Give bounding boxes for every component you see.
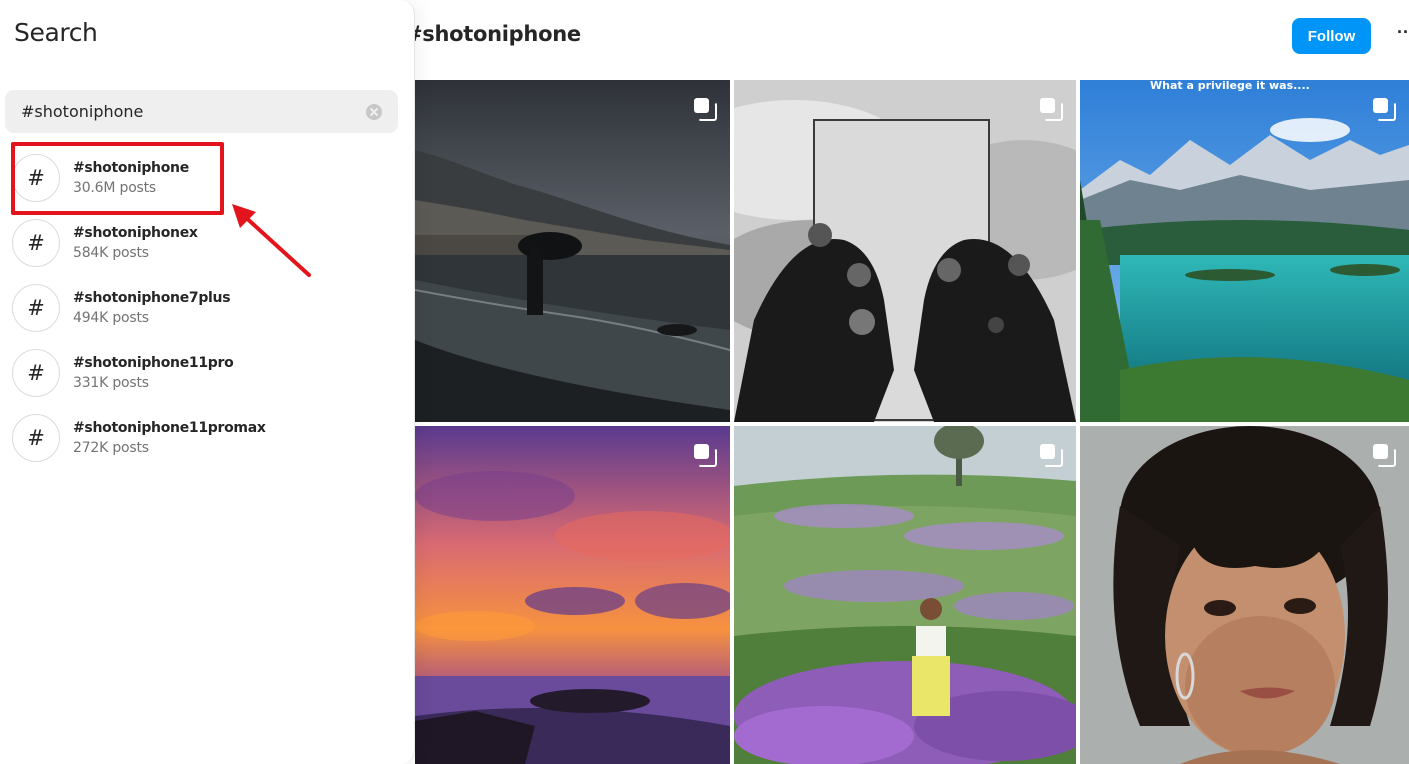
annotation-arrow-icon (232, 204, 311, 277)
carousel-icon (1040, 444, 1063, 467)
result-hashtag-name: #shotoniphonex (73, 225, 198, 241)
result-hashtag-name: #shotoniphone7plus (73, 290, 231, 306)
hashtag-icon: # (12, 349, 60, 397)
hashtag-icon: # (12, 219, 60, 267)
result-hashtag-name: #shotoniphone11promax (73, 420, 266, 436)
carousel-icon (1373, 98, 1396, 121)
post-tile[interactable] (415, 80, 730, 422)
annotation-highlight-box (11, 142, 224, 215)
search-panel: Search # #shotoniphone 30.6M posts # #sh… (0, 0, 415, 764)
search-panel-title: Search (14, 18, 98, 47)
hashtag-icon: # (12, 414, 60, 462)
result-post-count: 494K posts (73, 310, 149, 326)
carousel-icon (1040, 98, 1063, 121)
post-tile[interactable] (734, 80, 1076, 422)
result-hashtag-name: #shotoniphone11pro (73, 355, 234, 371)
search-box (5, 90, 398, 133)
post-tile[interactable]: What a privilege it was.... (1080, 80, 1409, 422)
post-image (734, 80, 1076, 422)
post-caption: What a privilege it was.... (1150, 80, 1310, 92)
search-result-item[interactable]: # #shotoniphone11promax 272K posts (12, 410, 402, 466)
search-input[interactable] (21, 90, 361, 133)
post-image (1080, 426, 1409, 764)
carousel-icon (1373, 444, 1396, 467)
page-title: #shotoniphone (405, 22, 581, 46)
more-options-icon[interactable]: ··· (1397, 22, 1409, 48)
carousel-icon (694, 444, 717, 467)
search-result-item[interactable]: # #shotoniphone11pro 331K posts (12, 345, 402, 401)
post-image (734, 426, 1076, 764)
carousel-icon (694, 98, 717, 121)
result-post-count: 331K posts (73, 375, 149, 391)
clear-search-icon[interactable] (366, 104, 382, 120)
post-image (415, 426, 730, 764)
post-image (415, 80, 730, 422)
post-tile[interactable] (415, 426, 730, 764)
search-result-item[interactable]: # #shotoniphonex 584K posts (12, 215, 402, 271)
result-post-count: 584K posts (73, 245, 149, 261)
search-result-item[interactable]: # #shotoniphone7plus 494K posts (12, 280, 402, 336)
post-tile[interactable] (1080, 426, 1409, 764)
follow-button[interactable]: Follow (1292, 18, 1371, 54)
post-image: What a privilege it was.... (1080, 80, 1409, 422)
post-tile[interactable] (734, 426, 1076, 764)
hashtag-icon: # (12, 284, 60, 332)
result-post-count: 272K posts (73, 440, 149, 456)
